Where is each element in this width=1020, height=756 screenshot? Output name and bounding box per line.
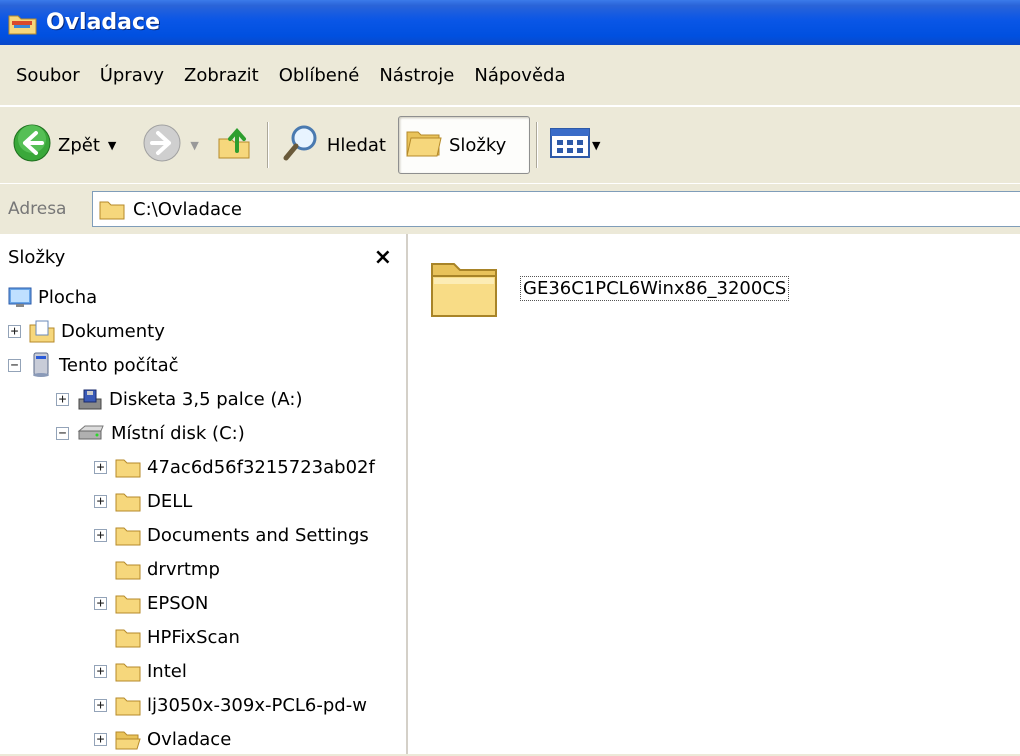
- content-folder-label: GE36C1PCL6Winx86_3200CS: [520, 276, 790, 301]
- expand-icon[interactable]: +: [8, 324, 21, 338]
- window-title: Ovladace: [46, 10, 160, 35]
- tree-item-folder[interactable]: + Documents and Settings: [94, 518, 369, 552]
- folders-icon: [405, 124, 443, 167]
- address-bar: Adresa C:\Ovladace: [0, 183, 1020, 235]
- folder-icon: [115, 558, 141, 580]
- back-button[interactable]: Zpět ▼: [6, 117, 122, 173]
- tree-item-dokumenty[interactable]: + Dokumenty: [8, 314, 165, 348]
- menu-bar: Soubor Úpravy Zobrazit Oblíbené Nástroje…: [0, 45, 1020, 106]
- tree-item-label: 47ac6d56f3215723ab02f: [147, 456, 375, 478]
- forward-dropdown-icon[interactable]: ▼: [190, 139, 198, 152]
- views-icon: [549, 127, 590, 164]
- folders-button[interactable]: Složky: [397, 116, 530, 174]
- search-label: Hledat: [326, 134, 386, 156]
- tree-item-label: Dokumenty: [61, 320, 165, 342]
- tree-item-mistni-disk[interactable]: − Místní disk (C:): [56, 416, 245, 450]
- tree-item-label: Tento počítač: [59, 354, 179, 376]
- floppy-icon: [77, 387, 103, 411]
- open-folder-icon: [115, 728, 141, 750]
- menu-tools[interactable]: Nástroje: [379, 65, 454, 86]
- tree-item-folder[interactable]: + EPSON: [94, 586, 208, 620]
- back-arrow-icon: [12, 123, 52, 168]
- content-folder-item[interactable]: GE36C1PCL6Winx86_3200CS: [428, 254, 790, 322]
- expand-icon[interactable]: +: [94, 698, 107, 712]
- expand-icon[interactable]: +: [56, 392, 69, 406]
- expand-icon[interactable]: +: [94, 596, 107, 610]
- search-button[interactable]: Hledat: [275, 117, 392, 173]
- tree-item-folder[interactable]: + 47ac6d56f3215723ab02f: [94, 450, 375, 484]
- back-dropdown-icon[interactable]: ▼: [108, 139, 116, 152]
- title-bar[interactable]: Ovladace: [0, 0, 1020, 45]
- tree-item-label: Documents and Settings: [147, 524, 369, 546]
- folder-icon: [115, 660, 141, 682]
- tree-item-label: DELL: [147, 490, 193, 512]
- folder-icon: [115, 694, 141, 716]
- folder-pane-header: Složky ×: [0, 234, 406, 280]
- tree-item-plocha[interactable]: Plocha: [8, 280, 97, 314]
- folder-icon: [115, 626, 141, 648]
- window-folder-icon: [8, 11, 38, 35]
- tree-item-label: Intel: [147, 660, 187, 682]
- folder-icon: [115, 524, 141, 546]
- views-dropdown-icon[interactable]: ▼: [592, 139, 600, 152]
- menu-view[interactable]: Zobrazit: [184, 65, 259, 86]
- expand-icon[interactable]: +: [94, 494, 107, 508]
- tree-item-folder[interactable]: + Intel: [94, 654, 187, 688]
- forward-arrow-icon: [142, 123, 182, 168]
- toolbar: Zpět ▼ ▼ Hledat Složky ▼: [0, 106, 1020, 184]
- close-icon[interactable]: ×: [374, 245, 392, 270]
- up-folder-button[interactable]: [209, 117, 261, 173]
- back-label: Zpět: [58, 134, 100, 156]
- folder-icon: [115, 490, 141, 512]
- address-label: Adresa: [8, 199, 67, 219]
- tree-item-folder[interactable]: + lj3050x-309x-PCL6-pd-w: [94, 688, 367, 722]
- search-icon: [281, 123, 321, 168]
- folder-pane: Složky × Plocha + Dokumenty − Tento počí…: [0, 234, 408, 754]
- toolbar-separator: [266, 122, 269, 168]
- tree-item-label: lj3050x-309x-PCL6-pd-w: [147, 694, 367, 716]
- tree-item-label: Místní disk (C:): [111, 422, 245, 444]
- collapse-icon[interactable]: −: [56, 426, 69, 440]
- tree-item-folder[interactable]: + DELL: [94, 484, 192, 518]
- address-value: C:\Ovladace: [133, 198, 242, 220]
- address-folder-icon: [99, 198, 125, 220]
- menu-favorites[interactable]: Oblíbené: [279, 65, 360, 86]
- tree-item-label: EPSON: [147, 592, 209, 614]
- tree-item-label: Ovladace: [147, 728, 232, 750]
- tree-item-tento-pocitac[interactable]: − Tento počítač: [8, 348, 179, 382]
- documents-folder-icon: [29, 319, 55, 343]
- content-pane: GE36C1PCL6Winx86_3200CS: [408, 234, 1020, 754]
- menu-edit[interactable]: Úpravy: [100, 65, 164, 86]
- forward-button[interactable]: ▼: [136, 117, 204, 173]
- expand-icon[interactable]: +: [94, 664, 107, 678]
- computer-icon: [29, 352, 53, 378]
- tree-item-ovladace[interactable]: + Ovladace: [94, 722, 231, 756]
- folder-pane-title: Složky: [8, 246, 66, 268]
- desktop-icon: [8, 285, 32, 309]
- expand-icon[interactable]: +: [94, 460, 107, 474]
- expand-icon[interactable]: +: [94, 732, 107, 746]
- tree-item-disketa[interactable]: + Disketa 3,5 palce (A:): [56, 382, 303, 416]
- folder-icon: [115, 592, 141, 614]
- tree-item-folder[interactable]: drvrtmp: [94, 552, 220, 586]
- address-input[interactable]: C:\Ovladace: [92, 191, 1020, 227]
- views-button[interactable]: ▼: [544, 117, 606, 173]
- folders-label: Složky: [448, 134, 507, 156]
- menu-help[interactable]: Nápověda: [474, 65, 565, 86]
- toolbar-separator: [535, 122, 538, 168]
- folder-icon: [428, 254, 500, 322]
- tree-item-label: drvrtmp: [147, 558, 220, 580]
- expand-icon[interactable]: +: [94, 528, 107, 542]
- folder-icon: [115, 456, 141, 478]
- collapse-icon[interactable]: −: [8, 358, 21, 372]
- up-folder-icon: [215, 123, 255, 168]
- menu-file[interactable]: Soubor: [16, 65, 80, 86]
- tree-item-folder[interactable]: HPFixScan: [94, 620, 240, 654]
- tree-item-label: Plocha: [38, 286, 98, 308]
- drive-icon: [77, 423, 105, 443]
- tree-item-label: HPFixScan: [147, 626, 240, 648]
- tree-item-label: Disketa 3,5 palce (A:): [109, 388, 303, 410]
